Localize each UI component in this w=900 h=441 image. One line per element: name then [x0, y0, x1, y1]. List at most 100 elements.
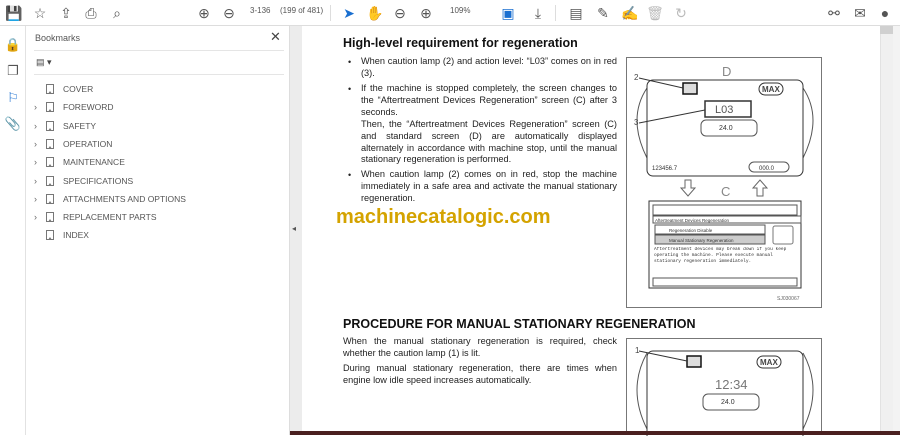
panel-title: Bookmarks: [35, 33, 81, 43]
page-number-input[interactable]: 3-136: [250, 6, 270, 15]
callout-1: 1: [635, 346, 640, 355]
bookmark-item[interactable]: COVER: [34, 81, 274, 97]
lock-icon[interactable]: 🔒: [4, 36, 22, 54]
label-c: C: [721, 184, 730, 199]
bottom-bar: [290, 431, 900, 435]
figure-caution-lamp: 1 MAX 12:34 24.0: [626, 338, 822, 441]
bookmark-icon: [46, 120, 54, 131]
bullet-1: When caution lamp (2) and action level: …: [361, 56, 617, 78]
pen-icon[interactable]: ✎: [594, 4, 612, 22]
option-manual-regen: Manual Stationary Regeneration: [669, 238, 734, 243]
vertical-scrollbar[interactable]: [880, 26, 893, 435]
select-cursor-icon[interactable]: ➤: [340, 4, 358, 22]
star-icon[interactable]: ☆: [31, 4, 49, 22]
bookmark-label: REPLACEMENT PARTS: [63, 212, 157, 223]
bookmark-item[interactable]: › ATTACHMENTS AND OPTIONS: [34, 191, 274, 207]
bookmark-icon: [46, 230, 54, 241]
page-fit-icon[interactable]: ▣: [499, 4, 517, 22]
level-l03: L03: [715, 104, 733, 116]
bookmark-label: ATTACHMENTS AND OPTIONS: [63, 193, 186, 204]
zoom-out-icon[interactable]: ⊖: [391, 4, 409, 22]
chevron-right-icon[interactable]: ›: [34, 121, 44, 131]
scroll-mode-icon[interactable]: ⤓: [529, 4, 547, 22]
bookmark-icon: [46, 138, 54, 149]
sign-icon[interactable]: ✍: [621, 4, 639, 22]
bookmark-label: COVER: [63, 84, 94, 94]
zoom-in-icon[interactable]: ⊕: [417, 4, 435, 22]
bookmark-label: OPERATION: [63, 138, 113, 149]
bookmark-icon: [46, 157, 54, 168]
temp-value: 24.0: [721, 399, 735, 406]
chevron-right-icon[interactable]: ›: [34, 194, 44, 204]
scrollbar-thumb[interactable]: [880, 26, 893, 34]
hand-icon[interactable]: ✋: [366, 4, 384, 22]
bookmark-icon: [46, 84, 54, 94]
pages-icon[interactable]: ❐: [4, 62, 22, 80]
bookmark-label: SPECIFICATIONS: [63, 175, 134, 186]
bookmark-icon: [46, 212, 54, 223]
comment-icon[interactable]: ▤: [567, 4, 585, 22]
bookmark-icon[interactable]: ⚐: [4, 89, 22, 107]
bookmark-icon: [46, 102, 54, 113]
bullet-2: If the machine is stopped completely, th…: [361, 83, 617, 117]
close-icon[interactable]: ✕: [270, 29, 281, 45]
bookmark-label: MAINTENANCE: [63, 157, 125, 168]
zoom-select[interactable]: 109%: [450, 6, 470, 15]
chevron-right-icon[interactable]: ›: [34, 139, 44, 149]
callout-3: 3: [634, 118, 639, 127]
bookmark-label: INDEX: [63, 230, 89, 241]
find-icon[interactable]: ⌕: [108, 4, 126, 22]
figure-code: SJ030067: [777, 296, 800, 302]
heading-high-level: High-level requirement for regeneration: [343, 36, 578, 50]
bookmark-item[interactable]: INDEX: [34, 227, 274, 243]
bookmark-label: FOREWORD: [63, 102, 114, 113]
para-1: When the manual stationary regeneration …: [343, 336, 617, 358]
save-icon[interactable]: 💾: [5, 4, 23, 22]
chevron-right-icon[interactable]: ›: [34, 176, 44, 186]
bookmark-item[interactable]: › MAINTENANCE: [34, 154, 274, 170]
hour-meter: 123456.7: [652, 166, 678, 172]
odometer: 000.0: [759, 166, 775, 172]
bookmark-icon: [46, 175, 54, 186]
email-icon[interactable]: ✉: [851, 4, 869, 22]
max-label: MAX: [760, 358, 778, 367]
page-down-icon[interactable]: ⊖: [220, 4, 238, 22]
screen-title: Aftertreatment Devices Regeneration: [655, 218, 730, 223]
para-2: During manual stationary regeneration, t…: [343, 363, 617, 385]
right-pane: [893, 26, 900, 435]
bookmark-options-button[interactable]: ▤ ▾: [36, 57, 52, 68]
account-icon[interactable]: ●: [876, 4, 894, 22]
temp-value: 24.0: [719, 125, 733, 132]
callout-2: 2: [634, 73, 639, 82]
toolbar: 💾 ☆ ⇪ ⎙ ⌕ ⊕ ⊖ 3-136 (199 of 481) ➤ ✋ ⊖ ⊕…: [0, 0, 900, 26]
label-d: D: [722, 64, 731, 79]
cloud-upload-icon[interactable]: ⇪: [57, 4, 75, 22]
bullet-3: When caution lamp (2) comes on in red, s…: [361, 169, 617, 203]
bookmark-item[interactable]: › REPLACEMENT PARTS: [34, 209, 274, 225]
clock: 12:34: [715, 377, 748, 392]
attachment-icon[interactable]: 📎: [4, 115, 22, 133]
screen-message: Aftertreatment devices may break down if…: [654, 247, 787, 264]
chevron-right-icon[interactable]: ›: [34, 157, 44, 167]
bookmark-item[interactable]: › OPERATION: [34, 136, 274, 152]
max-label: MAX: [762, 85, 780, 94]
chevron-right-icon[interactable]: ›: [34, 212, 44, 222]
bullet-2-cont: Then, the “Aftertreatment Devices Regene…: [361, 119, 617, 165]
delete-icon[interactable]: 🗑: [646, 4, 664, 22]
collapse-panel-icon[interactable]: ◂: [292, 224, 296, 233]
print-icon[interactable]: ⎙: [82, 4, 100, 22]
watermark: machinecatalogic.com: [336, 206, 551, 228]
link-icon[interactable]: ⚯: [825, 4, 843, 22]
bookmarks-panel: Bookmarks ✕ ▤ ▾ COVER › FOREWORD › SAFETY › OP…: [26, 26, 290, 435]
page-count: (199 of 481): [280, 6, 324, 15]
bookmark-item[interactable]: › SPECIFICATIONS: [34, 173, 274, 189]
left-rail: 🔒 ❐ ⚐ 📎: [0, 26, 26, 435]
chevron-right-icon[interactable]: ›: [34, 102, 44, 112]
bookmark-item[interactable]: › FOREWORD: [34, 99, 274, 115]
redo-icon[interactable]: ↻: [672, 4, 690, 22]
heading-procedure: PROCEDURE FOR MANUAL STATIONARY REGENERA…: [343, 317, 696, 331]
bookmark-label: SAFETY: [63, 120, 97, 131]
bookmark-icon: [46, 193, 54, 204]
page-up-icon[interactable]: ⊕: [195, 4, 213, 22]
bookmark-item[interactable]: › SAFETY: [34, 118, 274, 134]
